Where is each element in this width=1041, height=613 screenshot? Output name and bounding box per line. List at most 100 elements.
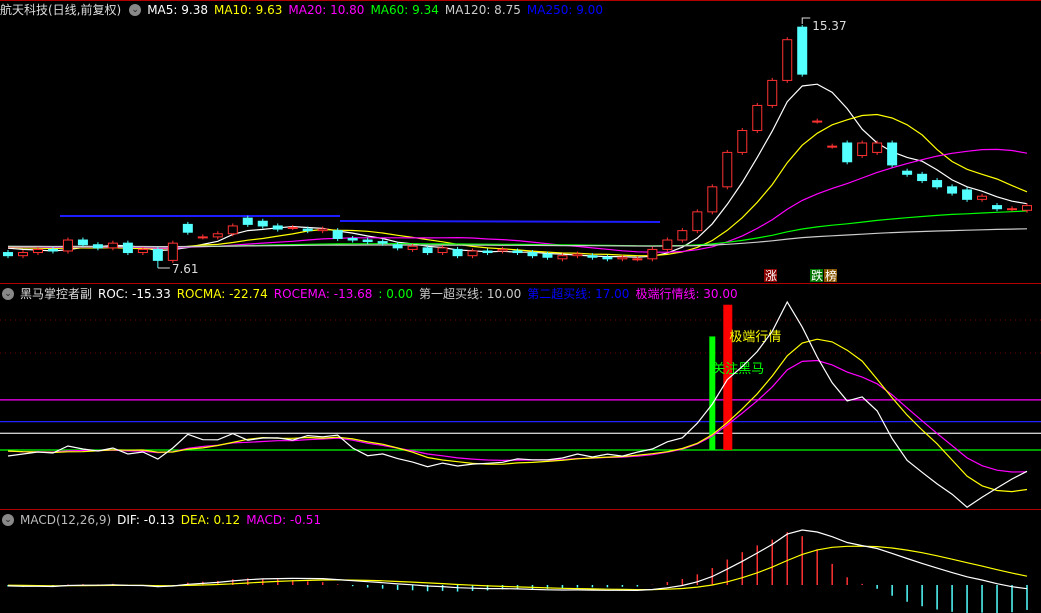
legend-item: ROCMA: -22.74 xyxy=(176,287,268,301)
signal-label-red: 极端行情 xyxy=(729,330,781,345)
legend-item: ROCEMA: -13.68 xyxy=(273,287,373,301)
candle-body xyxy=(602,256,613,260)
dropdown-chevron-icon[interactable]: ⌄ xyxy=(129,4,142,16)
candle-body xyxy=(827,145,838,148)
candle-body xyxy=(632,258,643,261)
roc-header: ⌄ 黑马掌控者副 ROC: -15.33 ROCMA: -22.74 ROCEMA:… xyxy=(0,285,738,303)
candle-body xyxy=(692,211,703,232)
ma20-line xyxy=(7,148,1028,253)
badge-list: 榜 xyxy=(825,268,837,283)
candle-body xyxy=(482,250,493,254)
candle-body xyxy=(347,237,358,241)
ma10-line xyxy=(7,113,1028,257)
candle-body xyxy=(1007,208,1018,211)
candle-body xyxy=(227,225,238,235)
candle-body xyxy=(332,230,343,239)
candle-body xyxy=(437,247,448,254)
macd-legend: DIF: -0.13 DEA: 0.12 MACD: -0.51 xyxy=(117,511,321,529)
candle-body xyxy=(737,129,748,153)
candle-body xyxy=(167,242,178,261)
low-price-label: 7.61 xyxy=(172,262,199,276)
candle-body xyxy=(407,245,418,250)
candle-body xyxy=(107,242,118,249)
ma5-line xyxy=(7,83,1028,258)
candle-body xyxy=(362,239,373,243)
high-arrow-icon xyxy=(801,17,811,24)
candle-body xyxy=(242,217,253,225)
candle-body xyxy=(197,236,208,239)
candle-body xyxy=(932,180,943,188)
candle-body xyxy=(917,173,928,182)
candle-body xyxy=(377,241,388,244)
candle-body xyxy=(647,248,658,260)
candle-body xyxy=(872,142,883,153)
candle-body xyxy=(212,233,223,238)
dea-line xyxy=(7,545,1028,591)
legend-item: MACD: -0.51 xyxy=(246,513,322,527)
candle-body xyxy=(152,248,163,261)
candle-body xyxy=(947,186,958,194)
badge-down: 跌 xyxy=(811,268,823,283)
ma-legend: MA5: 9.38 MA10: 9.63 MA20: 10.80 MA60: 9.34… xyxy=(147,1,603,19)
candle-body xyxy=(62,239,73,252)
candle-body xyxy=(572,253,583,257)
stock-title: 航天科技(日线,前复权) xyxy=(0,3,122,17)
candle-body xyxy=(887,142,898,166)
candle-body xyxy=(47,248,58,252)
dif-line xyxy=(7,529,1028,592)
candle-body xyxy=(182,223,193,233)
candle-body xyxy=(3,252,13,257)
candle-body xyxy=(317,228,328,232)
badge-up: 涨 xyxy=(765,268,777,283)
ma250-line xyxy=(339,220,661,223)
candle-body xyxy=(497,248,508,252)
candle-body xyxy=(857,142,868,157)
candle-body xyxy=(272,225,283,230)
candle-body xyxy=(902,170,913,175)
candle-body xyxy=(707,186,718,213)
candle-body xyxy=(257,220,268,227)
rocema-line xyxy=(7,359,1028,473)
legend-item: MA10: 9.63 xyxy=(213,3,283,17)
candle-body xyxy=(722,151,733,188)
roc-legend: ROC: -15.33 ROCMA: -22.74 ROCEMA: -13.68: … xyxy=(98,285,738,303)
legend-item: 第一超买线: 10.00 xyxy=(419,287,522,301)
candle-body xyxy=(677,230,688,241)
legend-item: DEA: 0.12 xyxy=(180,513,241,527)
dropdown-chevron-icon[interactable]: ⌄ xyxy=(2,288,14,300)
candle-body xyxy=(992,205,1003,210)
candle-body xyxy=(32,248,43,254)
candle-body xyxy=(527,252,538,257)
legend-item: MA120: 8.75 xyxy=(444,3,521,17)
dropdown-chevron-icon[interactable]: ⌄ xyxy=(2,514,14,526)
indicator-title: 黑马掌控者副 xyxy=(20,287,93,301)
candle-body xyxy=(287,227,298,230)
macd-header: ⌄ MACD(12,26,9) DIF: -0.13 DEA: 0.12 MACD:… xyxy=(0,511,321,529)
candle-body xyxy=(962,189,973,200)
candle-body xyxy=(977,195,988,200)
candle-body xyxy=(17,252,28,257)
candle-body xyxy=(512,250,523,254)
candle-body xyxy=(812,120,823,123)
candle-body xyxy=(752,104,763,131)
legend-item: MA60: 9.34 xyxy=(370,3,439,17)
legend-item: 第二超买线: 17.00 xyxy=(527,287,630,301)
candle-body xyxy=(557,255,568,260)
legend-item: DIF: -0.13 xyxy=(117,513,175,527)
candle-body xyxy=(77,239,88,246)
candle-body xyxy=(617,256,628,260)
candle-body xyxy=(137,248,148,254)
high-price-label: 15.37 xyxy=(812,19,846,33)
legend-item: : 0.00 xyxy=(378,287,413,301)
candle-body xyxy=(587,255,598,258)
candle-body xyxy=(422,247,433,254)
candle-body xyxy=(782,39,793,81)
candle-body xyxy=(467,250,478,257)
candle-body xyxy=(302,228,313,232)
legend-item: MA250: 9.00 xyxy=(526,3,603,17)
roc-line xyxy=(7,300,1028,508)
candle-body xyxy=(797,26,808,75)
rocma-line xyxy=(7,338,1028,493)
main-header: 航天科技(日线,前复权) ⌄ MA5: 9.38 MA10: 9.63 MA20: … xyxy=(0,1,603,19)
candle-body xyxy=(92,244,103,249)
